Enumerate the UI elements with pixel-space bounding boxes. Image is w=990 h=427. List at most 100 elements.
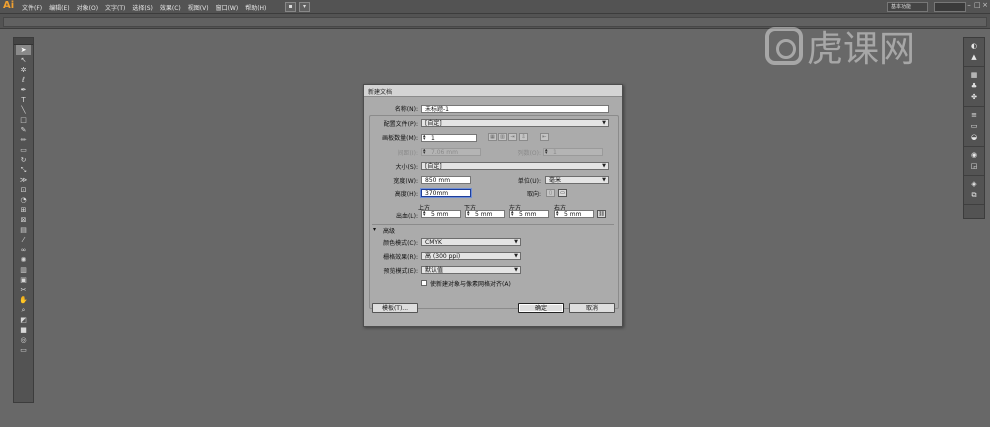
- advanced-toggle-icon[interactable]: ▾: [373, 226, 376, 233]
- artboards-label: 画板数量(M):: [382, 135, 418, 142]
- stepper-icon[interactable]: ▴ ▾: [423, 149, 429, 155]
- stepper-icon[interactable]: ▴ ▾: [423, 135, 429, 141]
- color-panel-icon[interactable]: ◐: [968, 42, 980, 51]
- grid-by-row-button[interactable]: ▦: [488, 133, 497, 141]
- slice-tool-icon[interactable]: ✂: [16, 285, 31, 295]
- hand-tool-icon[interactable]: ✋: [16, 295, 31, 305]
- color-guide-icon[interactable]: ▲: [968, 53, 980, 62]
- artboards-icon[interactable]: ⧉: [968, 191, 980, 200]
- artboard-tool-icon[interactable]: ▣: [16, 275, 31, 285]
- eyedropper-tool-icon[interactable]: ⁄: [16, 235, 31, 245]
- zoom-tool-icon[interactable]: ⌕: [16, 305, 31, 315]
- size-select[interactable]: [自定] ▼: [421, 162, 609, 170]
- stepper-icon[interactable]: ▴ ▾: [556, 211, 562, 217]
- paintbrush-tool-icon[interactable]: ✎: [16, 125, 31, 135]
- preview-mode-select[interactable]: 默认值 ▼: [421, 266, 521, 274]
- bleed-label: 出血(L):: [395, 213, 418, 220]
- menu-effect[interactable]: 效果(C): [160, 3, 181, 12]
- menu-view[interactable]: 视图(V): [188, 3, 209, 12]
- draw-mode-icon[interactable]: ◎: [16, 335, 31, 345]
- selection-tool-icon[interactable]: ➤: [16, 45, 31, 55]
- bleed-left-field[interactable]: ▴ ▾ 5 mm: [509, 210, 549, 218]
- right-to-left-button[interactable]: ⇤: [540, 133, 549, 141]
- landscape-orientation-button[interactable]: ▭: [558, 189, 567, 197]
- cancel-button[interactable]: 取消: [569, 303, 615, 313]
- fill-stroke-icon[interactable]: ◩: [16, 315, 31, 325]
- help-search-input[interactable]: [934, 2, 966, 12]
- workspace-switcher[interactable]: 基本功能: [887, 2, 928, 12]
- close-button[interactable]: ×: [982, 1, 988, 9]
- menu-type[interactable]: 文字(T): [105, 3, 125, 12]
- rotate-tool-icon[interactable]: ↻: [16, 155, 31, 165]
- maximize-button[interactable]: □: [974, 1, 981, 9]
- artboards-count-field[interactable]: ▴ ▾ 1: [421, 134, 477, 142]
- align-pixel-grid-checkbox[interactable]: [421, 280, 427, 286]
- line-tool-icon[interactable]: ╲: [16, 105, 31, 115]
- height-field[interactable]: 370mm: [421, 189, 471, 197]
- color-mode-icon[interactable]: ■: [16, 325, 31, 335]
- spacing-field[interactable]: ▴ ▾ 7.06 mm: [421, 148, 481, 156]
- ok-button[interactable]: 确定: [518, 303, 564, 313]
- perspective-grid-tool-icon[interactable]: ⊞: [16, 205, 31, 215]
- arrange-by-column-button[interactable]: ⇩: [519, 133, 528, 141]
- mesh-tool-icon[interactable]: ⊠: [16, 215, 31, 225]
- templates-button[interactable]: 模板(T)...: [372, 303, 418, 313]
- blend-tool-icon[interactable]: ∞: [16, 245, 31, 255]
- direct-selection-tool-icon[interactable]: ↖: [16, 55, 31, 65]
- swatches-icon[interactable]: ▦: [968, 71, 980, 80]
- pen-tool-icon[interactable]: ✒: [16, 85, 31, 95]
- brushes-icon[interactable]: ♣: [968, 82, 980, 91]
- screen-mode-icon[interactable]: ▭: [16, 345, 31, 355]
- color-mode-select[interactable]: CMYK ▼: [421, 238, 521, 246]
- layers-icon[interactable]: ◈: [968, 180, 980, 189]
- free-transform-tool-icon[interactable]: ⊡: [16, 185, 31, 195]
- bridge-icon[interactable]: ▪: [285, 2, 296, 12]
- menu-select[interactable]: 选择(S): [132, 3, 153, 12]
- lasso-tool-icon[interactable]: ℓ: [16, 75, 31, 85]
- dialog-titlebar[interactable]: 新建文档: [364, 85, 622, 97]
- menu-edit[interactable]: 编辑(E): [49, 3, 69, 12]
- columns-field[interactable]: ▴ ▾ 1: [543, 148, 603, 156]
- advanced-label[interactable]: 高级: [383, 226, 395, 235]
- magic-wand-tool-icon[interactable]: ✲: [16, 65, 31, 75]
- grid-by-column-button[interactable]: ▥: [498, 133, 507, 141]
- scale-tool-icon[interactable]: ⤡: [16, 165, 31, 175]
- menu-window[interactable]: 窗口(W): [216, 3, 239, 12]
- stepper-icon[interactable]: ▴ ▾: [423, 211, 429, 217]
- stepper-icon[interactable]: ▴ ▾: [467, 211, 473, 217]
- raster-effects-select[interactable]: 高 (300 ppi) ▼: [421, 252, 521, 260]
- width-field[interactable]: 850 mm: [421, 176, 471, 184]
- gradient-tool-icon[interactable]: ▤: [16, 225, 31, 235]
- appearance-icon[interactable]: ◉: [968, 151, 980, 160]
- arrange-documents-icon[interactable]: ▾: [299, 2, 310, 12]
- stroke-icon[interactable]: ≡: [968, 111, 980, 120]
- menu-object[interactable]: 对象(O): [77, 3, 98, 12]
- portrait-orientation-button[interactable]: ▯: [546, 189, 555, 197]
- rectangle-tool-icon[interactable]: □: [16, 115, 31, 125]
- width-tool-icon[interactable]: ≫: [16, 175, 31, 185]
- symbols-icon[interactable]: ✤: [968, 93, 980, 102]
- transparency-icon[interactable]: ◒: [968, 133, 980, 142]
- pencil-tool-icon[interactable]: ✏: [16, 135, 31, 145]
- panel-group-stroke: ≡ ▭ ◒: [964, 107, 984, 147]
- column-graph-tool-icon[interactable]: ▥: [16, 265, 31, 275]
- stepper-icon[interactable]: ▴ ▾: [511, 211, 517, 217]
- type-tool-icon[interactable]: T: [16, 95, 31, 105]
- bleed-right-field[interactable]: ▴ ▾ 5 mm: [554, 210, 594, 218]
- eraser-tool-icon[interactable]: ▭: [16, 145, 31, 155]
- link-bleed-icon[interactable]: ⛓: [597, 210, 606, 218]
- gradient-icon[interactable]: ▭: [968, 122, 980, 131]
- arrange-by-row-button[interactable]: ⇥: [508, 133, 517, 141]
- menu-file[interactable]: 文件(F): [22, 3, 42, 12]
- minimize-button[interactable]: –: [966, 1, 972, 9]
- bleed-bottom-field[interactable]: ▴ ▾ 5 mm: [465, 210, 505, 218]
- symbol-sprayer-tool-icon[interactable]: ✺: [16, 255, 31, 265]
- stepper-icon[interactable]: ▴ ▾: [545, 149, 551, 155]
- document-name-field[interactable]: 未标题-1: [421, 105, 609, 113]
- menu-help[interactable]: 帮助(H): [245, 3, 266, 12]
- bleed-top-field[interactable]: ▴ ▾ 5 mm: [421, 210, 461, 218]
- shape-builder-tool-icon[interactable]: ◔: [16, 195, 31, 205]
- graphic-styles-icon[interactable]: ◲: [968, 162, 980, 171]
- units-select[interactable]: 毫米 ▼: [545, 176, 609, 184]
- panel-grip[interactable]: [14, 38, 33, 45]
